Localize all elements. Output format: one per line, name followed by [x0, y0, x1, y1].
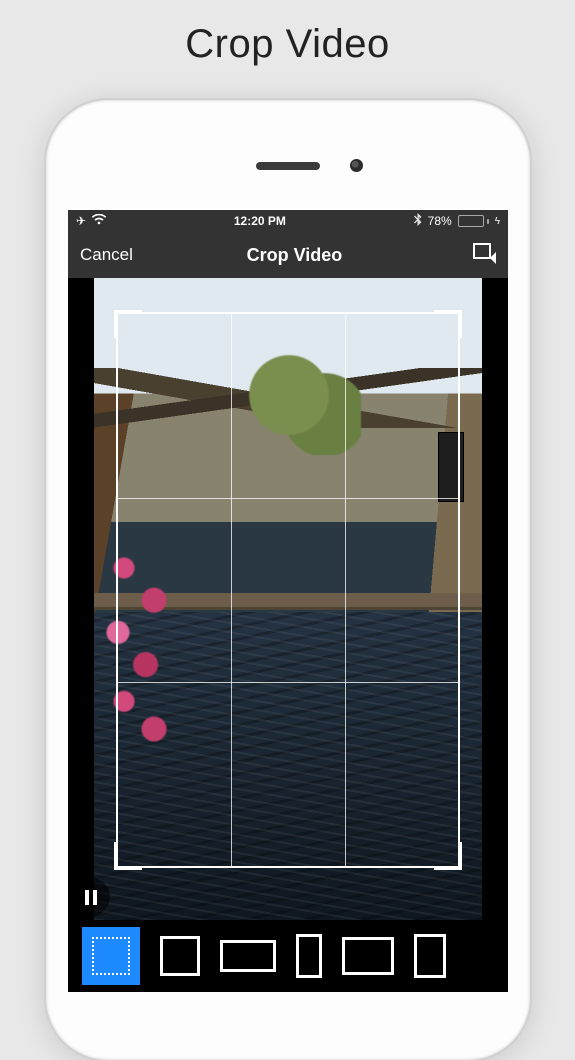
nav-bar: Cancel Crop Video [68, 232, 508, 278]
aspect-ratio-3-4[interactable] [414, 934, 446, 978]
crop-confirm-icon [472, 242, 496, 269]
pause-icon [85, 890, 89, 905]
battery-icon [458, 215, 489, 227]
battery-percentage: 78% [428, 214, 452, 228]
airplane-mode-icon: ✈︎ [76, 214, 86, 228]
play-pause-button[interactable] [72, 878, 110, 916]
video-frame [94, 278, 482, 920]
aspect-ratio-free[interactable] [82, 927, 140, 985]
pause-icon [93, 890, 97, 905]
charging-icon: ϟ [495, 216, 500, 227]
promo-title: Crop Video [0, 0, 575, 67]
crop-handle-bottom-right[interactable] [434, 842, 462, 870]
aspect-ratio-4-3[interactable] [342, 937, 394, 975]
video-preview[interactable] [68, 278, 508, 920]
aspect-ratio-1-1[interactable] [160, 936, 200, 976]
wifi-icon [92, 214, 106, 228]
crop-handle-bottom-left[interactable] [114, 842, 142, 870]
aspect-ratio-16-9[interactable] [220, 940, 276, 972]
crop-handle-top-left[interactable] [114, 310, 142, 338]
bluetooth-icon [414, 213, 422, 229]
phone-screen: ✈︎ 12:20 PM 78% ϟ Cancel Crop V [68, 210, 508, 992]
status-bar: ✈︎ 12:20 PM 78% ϟ [68, 210, 508, 232]
cancel-button[interactable]: Cancel [80, 245, 133, 265]
confirm-crop-button[interactable] [456, 242, 496, 269]
crop-box[interactable] [116, 312, 460, 868]
aspect-ratio-9-16[interactable] [296, 934, 322, 978]
crop-handle-top-right[interactable] [434, 310, 462, 338]
aspect-ratio-toolbar [68, 920, 508, 992]
screen-title: Crop Video [247, 245, 343, 266]
phone-frame: ✈︎ 12:20 PM 78% ϟ Cancel Crop V [46, 100, 530, 1060]
status-time: 12:20 PM [234, 214, 286, 228]
